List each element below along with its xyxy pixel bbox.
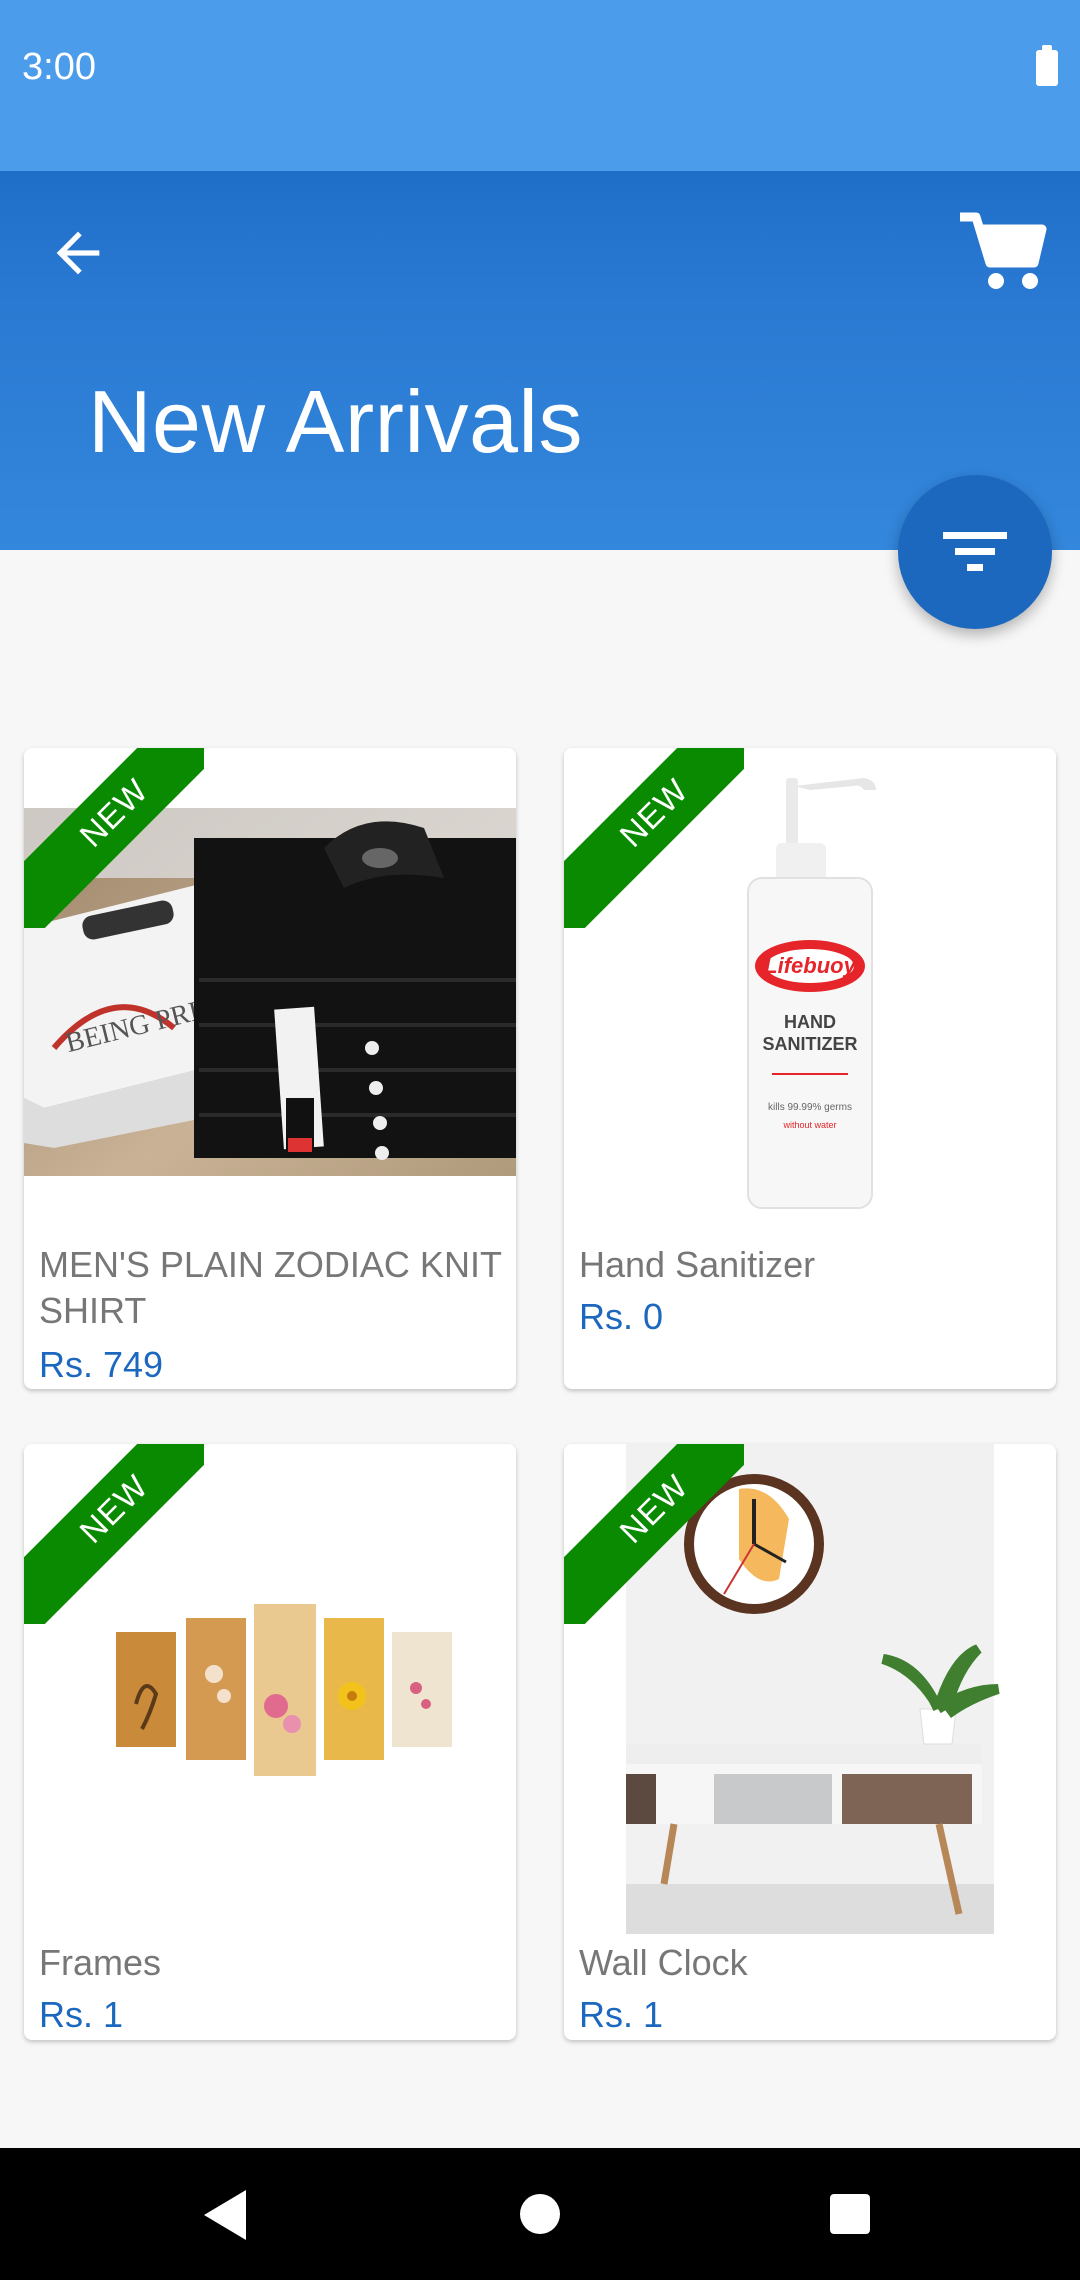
new-badge: NEW bbox=[564, 1444, 744, 1624]
sanitizer-brand-text: Lifebuoy bbox=[764, 953, 857, 978]
navigation-bar bbox=[0, 2148, 1080, 2280]
status-bar: 3:00 bbox=[0, 0, 1080, 171]
filter-icon bbox=[943, 532, 1007, 571]
home-nav-icon[interactable] bbox=[518, 2192, 562, 2236]
battery-icon bbox=[1036, 45, 1058, 86]
product-price: Rs. 1 bbox=[579, 1994, 664, 2035]
back-nav-icon[interactable] bbox=[200, 2188, 250, 2242]
cart-icon[interactable] bbox=[956, 205, 1048, 293]
product-price: Rs. 749 bbox=[39, 1344, 164, 1385]
sanitizer-label-line1: HAND bbox=[784, 1012, 836, 1032]
product-card-wall-clock[interactable]: NEW Wall Clock Rs. 1 bbox=[564, 1444, 1056, 2040]
back-arrow-icon[interactable] bbox=[46, 221, 110, 285]
status-time: 3:00 bbox=[22, 46, 96, 88]
new-badge: NEW bbox=[24, 748, 204, 928]
product-price: Rs. 1 bbox=[39, 1994, 124, 2035]
product-card-shirt[interactable]: BEING PRIN NEW MEN'S PLAIN ZODIAC KNIT S… bbox=[24, 748, 516, 1389]
sanitizer-label-line2: SANITIZER bbox=[762, 1034, 857, 1054]
new-badge: NEW bbox=[24, 1444, 204, 1624]
recents-nav-icon[interactable] bbox=[828, 2192, 872, 2236]
app-bar: New Arrivals bbox=[0, 171, 1080, 550]
product-price: Rs. 0 bbox=[579, 1296, 664, 1337]
new-badge: NEW bbox=[564, 748, 744, 928]
filter-button[interactable] bbox=[898, 475, 1052, 629]
product-name: Frames bbox=[39, 1942, 162, 1983]
product-name: MEN'S PLAIN ZODIAC KNIT SHIRT bbox=[39, 1244, 502, 1331]
product-card-sanitizer[interactable]: Lifebuoy HAND SANITIZER kills 99.99% ger… bbox=[564, 748, 1056, 1389]
product-name: Wall Clock bbox=[579, 1942, 748, 1983]
page-title: New Arrivals bbox=[88, 372, 583, 471]
product-card-frames[interactable]: NEW Frames Rs. 1 bbox=[24, 1444, 516, 2040]
product-name: Hand Sanitizer bbox=[579, 1244, 816, 1285]
sanitizer-label-line3: kills 99.99% germs bbox=[768, 1102, 852, 1113]
sanitizer-label-line4: without water bbox=[782, 1120, 836, 1130]
